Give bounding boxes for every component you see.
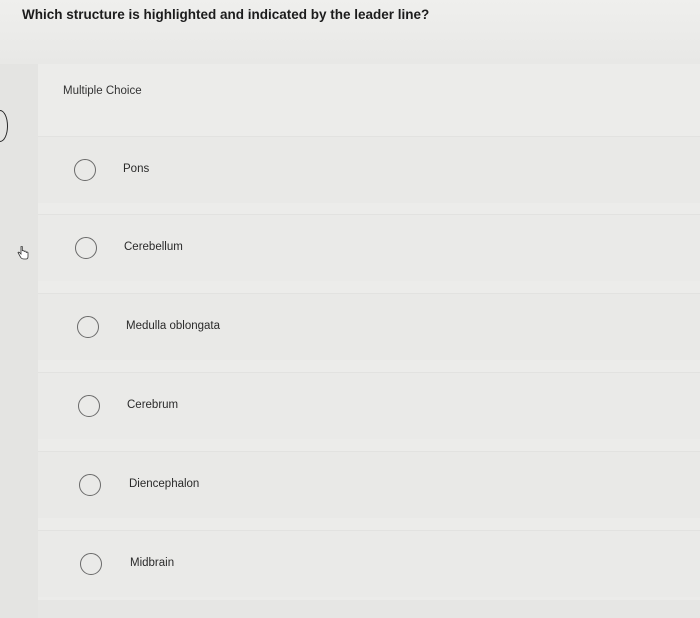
radio-button[interactable] [74,159,96,181]
radio-button[interactable] [77,316,99,338]
option-diencephalon[interactable]: Diencephalon [38,451,700,518]
multiple-choice-label: Multiple Choice [63,85,142,97]
card-bottom-edge [38,600,700,618]
answer-card: Multiple Choice Pons Cerebellum Medulla … [38,64,700,618]
question-text: Which structure is highlighted and indic… [22,7,430,22]
option-medulla-oblongata[interactable]: Medulla oblongata [38,293,700,360]
hand-pointer-icon [17,246,29,260]
option-label: Cerebrum [127,399,179,411]
option-cerebellum[interactable]: Cerebellum [38,214,700,281]
radio-button[interactable] [79,474,101,496]
option-cerebrum[interactable]: Cerebrum [38,372,700,439]
option-label: Diencephalon [129,478,200,490]
option-label: Midbrain [130,557,175,569]
option-pons[interactable]: Pons [38,136,700,203]
option-label: Pons [123,163,150,175]
radio-button[interactable] [78,395,100,417]
question-header: Which structure is highlighted and indic… [0,0,700,64]
partial-circle-edge [0,110,8,142]
option-label: Medulla oblongata [126,320,220,332]
radio-button[interactable] [80,553,102,575]
option-midbrain[interactable]: Midbrain [38,530,700,597]
option-label: Cerebellum [124,241,183,253]
radio-button[interactable] [75,237,97,259]
